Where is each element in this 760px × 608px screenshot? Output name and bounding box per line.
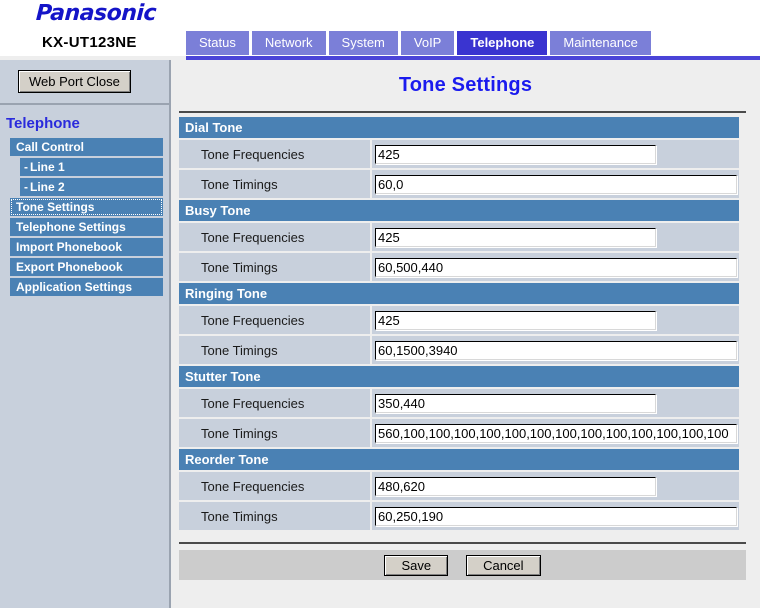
sidebar-item-line-2[interactable]: -Line 2 bbox=[20, 178, 163, 196]
section-title: Dial Tone bbox=[179, 117, 739, 139]
field-label: Tone Frequencies bbox=[179, 471, 371, 501]
sidebar-item-label: Import Phonebook bbox=[16, 240, 122, 254]
sidebar-item-label: Line 2 bbox=[30, 180, 65, 194]
main-tab-bar: StatusNetworkSystemVoIPTelephoneMaintena… bbox=[186, 31, 651, 55]
tab-telephone[interactable]: Telephone bbox=[457, 31, 547, 55]
sidebar-item-label: Tone Settings bbox=[16, 200, 94, 214]
tone-frequencies-input[interactable] bbox=[375, 477, 656, 496]
section-header-row: Ringing Tone bbox=[179, 282, 739, 305]
sidebar-item-application-settings[interactable]: Application Settings bbox=[10, 278, 163, 296]
sidebar-item-label: Telephone Settings bbox=[16, 220, 126, 234]
field-label: Tone Frequencies bbox=[179, 139, 371, 169]
save-button[interactable]: Save bbox=[384, 555, 448, 576]
sidebar: Web Port Close Telephone Call Control -Li… bbox=[0, 60, 171, 608]
form-row: Tone Timings bbox=[179, 169, 739, 199]
sidebar-item-label: Line 1 bbox=[30, 160, 65, 174]
section-header-row: Reorder Tone bbox=[179, 448, 739, 471]
field-label: Tone Timings bbox=[179, 252, 371, 282]
tone-settings-form: Dial ToneTone FrequenciesTone TimingsBus… bbox=[179, 117, 739, 532]
form-row: Tone Frequencies bbox=[179, 305, 739, 335]
nav-row: KX-UT123NE StatusNetworkSystemVoIPTeleph… bbox=[0, 30, 760, 56]
form-button-bar: Save Cancel bbox=[179, 550, 746, 580]
section-header-row: Stutter Tone bbox=[179, 365, 739, 388]
field-cell bbox=[371, 169, 739, 199]
tab-network[interactable]: Network bbox=[252, 31, 326, 55]
page-header: Panasonic bbox=[0, 0, 760, 30]
field-cell bbox=[371, 252, 739, 282]
field-label: Tone Frequencies bbox=[179, 305, 371, 335]
field-cell bbox=[371, 471, 739, 501]
tone-frequencies-input[interactable] bbox=[375, 394, 656, 413]
form-row: Tone Frequencies bbox=[179, 222, 739, 252]
section-title: Busy Tone bbox=[179, 199, 739, 222]
title-divider bbox=[179, 111, 746, 113]
section-title: Stutter Tone bbox=[179, 365, 739, 388]
main-content: Tone Settings Dial ToneTone FrequenciesT… bbox=[171, 60, 760, 608]
field-label: Tone Frequencies bbox=[179, 222, 371, 252]
field-cell bbox=[371, 305, 739, 335]
tone-timings-input[interactable] bbox=[375, 424, 737, 443]
sidebar-item-line-1[interactable]: -Line 1 bbox=[20, 158, 163, 176]
sidebar-item-telephone-settings[interactable]: Telephone Settings bbox=[10, 218, 163, 236]
tone-frequencies-input[interactable] bbox=[375, 145, 656, 164]
field-cell bbox=[371, 139, 739, 169]
bottom-divider bbox=[179, 542, 746, 544]
sidebar-nav-list: Call Control -Line 1 -Line 2 Tone Settings T… bbox=[0, 138, 169, 296]
tab-voip[interactable]: VoIP bbox=[401, 31, 454, 55]
sidebar-item-export-phonebook[interactable]: Export Phonebook bbox=[10, 258, 163, 276]
sidebar-title: Telephone bbox=[0, 105, 169, 138]
form-row: Tone Frequencies bbox=[179, 388, 739, 418]
page-title: Tone Settings bbox=[171, 60, 760, 97]
model-name: KX-UT123NE bbox=[42, 34, 137, 51]
section-title: Ringing Tone bbox=[179, 282, 739, 305]
tone-timings-input[interactable] bbox=[375, 341, 737, 360]
field-label: Tone Timings bbox=[179, 501, 371, 531]
field-label: Tone Frequencies bbox=[179, 388, 371, 418]
form-row: Tone Frequencies bbox=[179, 139, 739, 169]
panasonic-logo: Panasonic bbox=[35, 1, 156, 26]
field-cell bbox=[371, 388, 739, 418]
tone-frequencies-input[interactable] bbox=[375, 311, 656, 330]
tab-system[interactable]: System bbox=[329, 31, 398, 55]
form-row: Tone Timings bbox=[179, 418, 739, 448]
section-header-row: Busy Tone bbox=[179, 199, 739, 222]
form-row: Tone Timings bbox=[179, 335, 739, 365]
field-cell bbox=[371, 222, 739, 252]
sidebar-item-label: Export Phonebook bbox=[16, 260, 123, 274]
field-label: Tone Timings bbox=[179, 418, 371, 448]
sidebar-item-call-control[interactable]: Call Control bbox=[10, 138, 163, 156]
tone-timings-input[interactable] bbox=[375, 175, 737, 194]
field-cell bbox=[371, 501, 739, 531]
web-port-close-button[interactable]: Web Port Close bbox=[18, 70, 131, 93]
field-label: Tone Timings bbox=[179, 169, 371, 199]
form-row: Tone Timings bbox=[179, 252, 739, 282]
field-cell bbox=[371, 418, 739, 448]
tone-frequencies-input[interactable] bbox=[375, 228, 656, 247]
tab-status[interactable]: Status bbox=[186, 31, 249, 55]
section-header-row: Dial Tone bbox=[179, 117, 739, 139]
cancel-button[interactable]: Cancel bbox=[466, 555, 540, 576]
field-cell bbox=[371, 335, 739, 365]
tone-timings-input[interactable] bbox=[375, 507, 737, 526]
sidebar-item-label: Call Control bbox=[16, 140, 84, 154]
sidebar-item-tone-settings[interactable]: Tone Settings bbox=[10, 198, 163, 216]
tone-timings-input[interactable] bbox=[375, 258, 737, 277]
sidebar-item-label: Application Settings bbox=[16, 280, 132, 294]
field-label: Tone Timings bbox=[179, 335, 371, 365]
form-row: Tone Frequencies bbox=[179, 471, 739, 501]
sidebar-item-import-phonebook[interactable]: Import Phonebook bbox=[10, 238, 163, 256]
form-row: Tone Timings bbox=[179, 501, 739, 531]
tab-maintenance[interactable]: Maintenance bbox=[550, 31, 650, 55]
section-title: Reorder Tone bbox=[179, 448, 739, 471]
